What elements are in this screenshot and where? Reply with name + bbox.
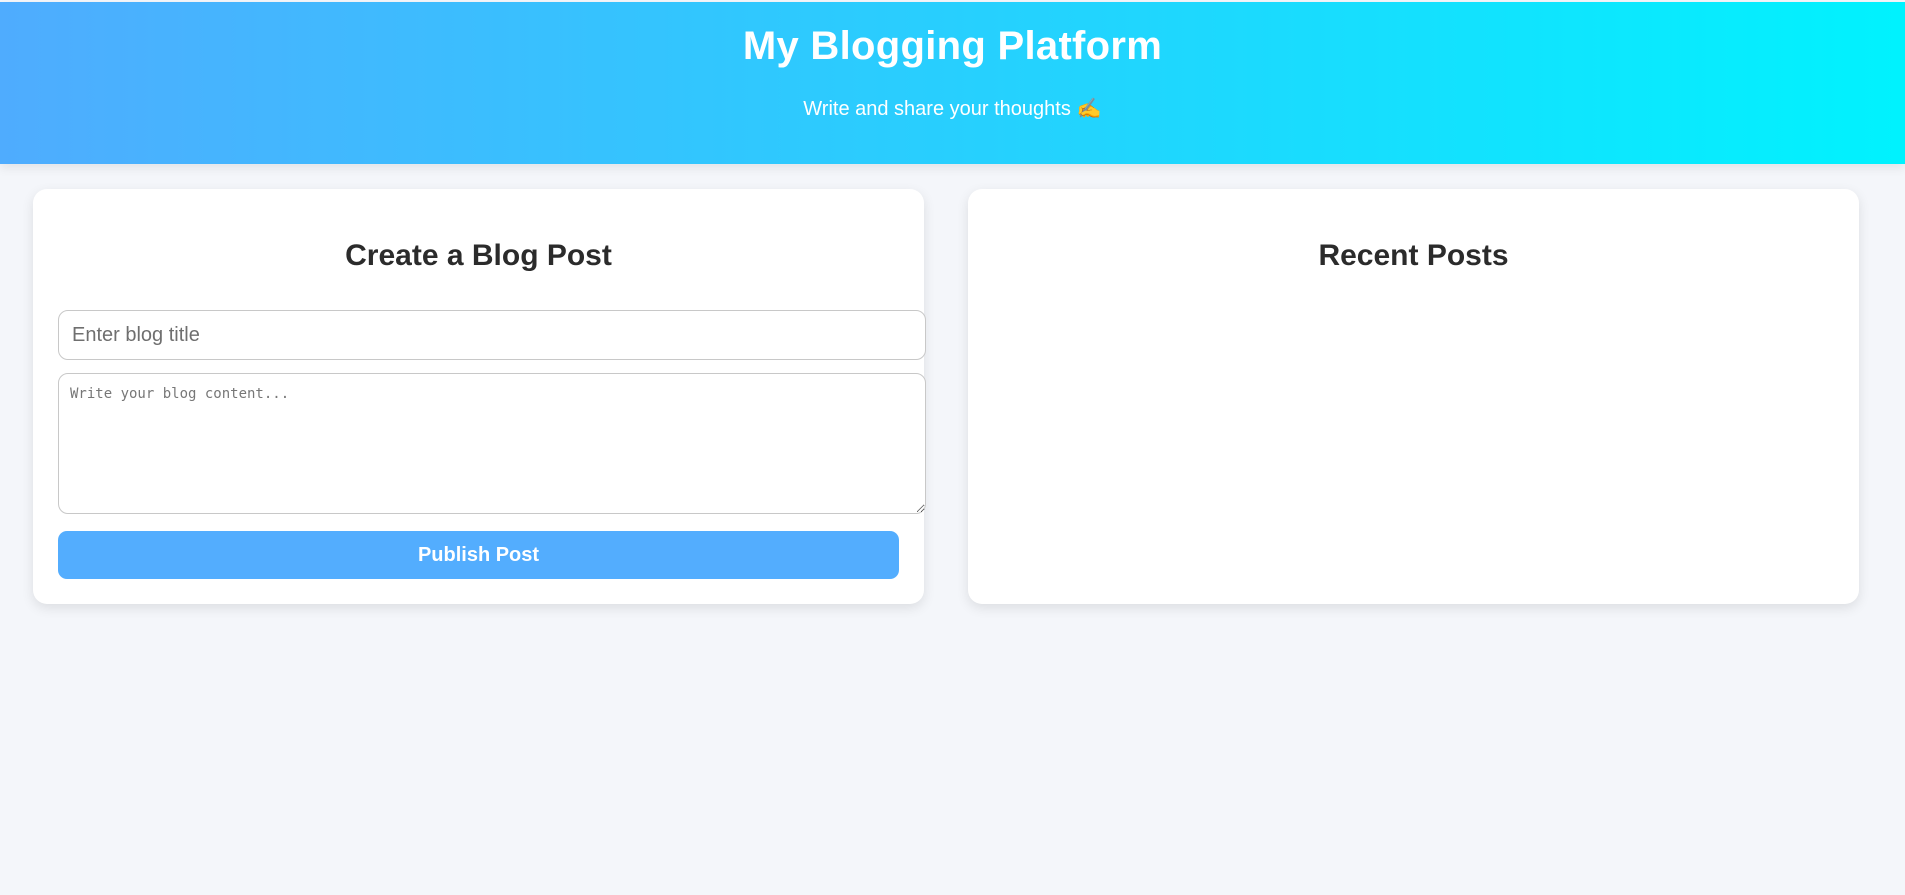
create-post-card: Create a Blog Post Publish Post (33, 189, 926, 604)
recent-posts-heading: Recent Posts (1318, 239, 1509, 272)
recent-posts-list (993, 310, 1834, 579)
site-subtitle: Write and share your thoughts ✍️ (0, 96, 1905, 121)
publish-post-button[interactable]: Publish Post (58, 531, 899, 579)
blog-content-textarea[interactable] (58, 373, 926, 514)
create-post-heading: Create a Blog Post (345, 239, 612, 272)
writing-hand-icon: ✍️ (1076, 98, 1102, 120)
subtitle-text: Write and share your thoughts (803, 98, 1071, 120)
recent-posts-card: Recent Posts (968, 189, 1859, 604)
blog-title-input[interactable] (58, 310, 926, 360)
site-header: My Blogging Platform Write and share you… (0, 2, 1905, 164)
site-title: My Blogging Platform (742, 24, 1163, 68)
